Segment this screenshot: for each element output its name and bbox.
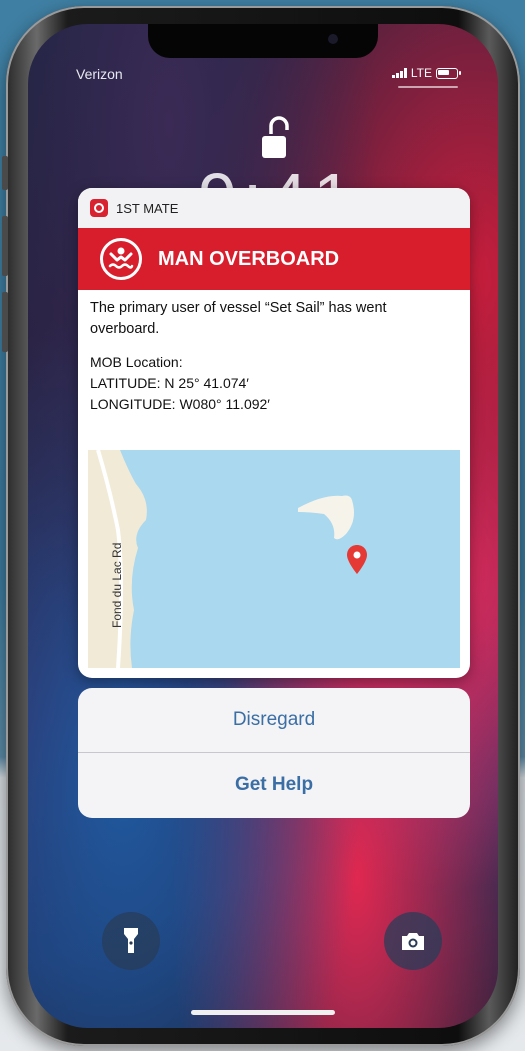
- notch: [148, 24, 378, 58]
- map-pin-icon[interactable]: [346, 544, 368, 576]
- notification-actions: Disregard Get Help: [78, 688, 470, 818]
- phone-frame: Verizon LTE 9:41 1ST MATE: [2, 6, 520, 1046]
- camera-icon: [402, 933, 424, 950]
- volume-up-button: [2, 216, 8, 276]
- network-label: LTE: [410, 66, 432, 80]
- volume-down-button: [2, 292, 8, 352]
- road-label: Fond du Lac Rd: [110, 542, 124, 628]
- front-camera: [328, 34, 338, 44]
- alert-title: MAN OVERBOARD: [158, 247, 340, 270]
- latitude-value: LATITUDE: N 25° 41.074′: [90, 375, 249, 391]
- notification-card[interactable]: 1ST MATE MAN OVERBOARD The primary user …: [78, 188, 470, 678]
- flashlight-icon: [124, 928, 138, 953]
- location-heading: MOB Location:: [90, 354, 183, 370]
- location-block: MOB Location: LATITUDE: N 25° 41.074′ LO…: [78, 340, 470, 415]
- unlock-icon: [262, 116, 289, 158]
- flashlight-button[interactable]: [102, 912, 160, 970]
- notification-header: 1ST MATE: [78, 188, 470, 228]
- disregard-button[interactable]: Disregard: [78, 688, 470, 752]
- alert-message: The primary user of vessel “Set Sail” ha…: [90, 300, 387, 337]
- carrier-label: Verizon: [76, 66, 123, 82]
- location-map[interactable]: Fond du Lac Rd: [88, 450, 460, 668]
- get-help-button[interactable]: Get Help: [78, 753, 470, 817]
- battery-icon: [436, 67, 461, 79]
- man-overboard-icon: [100, 238, 142, 280]
- longitude-value: LONGITUDE: W080° 11.092′: [90, 396, 270, 412]
- app-name: 1ST MATE: [116, 200, 179, 216]
- camera-button[interactable]: [384, 912, 442, 970]
- lock-screen: Verizon LTE 9:41 1ST MATE: [28, 24, 498, 1028]
- signal-icon: [391, 68, 407, 78]
- status-indicators: LTE: [391, 66, 461, 80]
- map-land: [88, 450, 354, 668]
- home-indicator[interactable]: [191, 1010, 335, 1015]
- control-center-indicator[interactable]: [398, 86, 458, 88]
- alert-banner: MAN OVERBOARD: [78, 228, 470, 290]
- app-icon: [90, 199, 108, 217]
- mute-switch: [2, 156, 8, 190]
